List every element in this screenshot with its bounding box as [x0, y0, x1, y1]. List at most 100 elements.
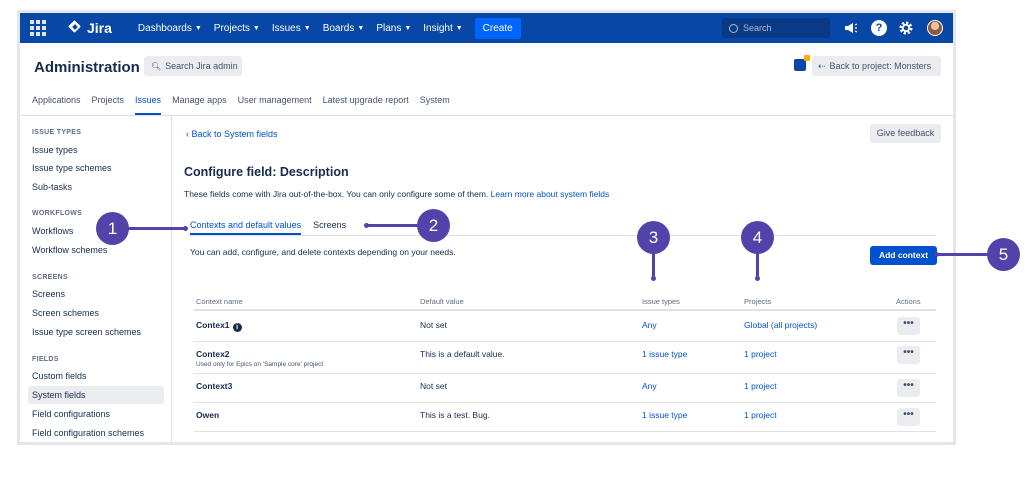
more-actions-button[interactable]: •••: [897, 346, 920, 364]
nav-projects[interactable]: Projects ▼: [214, 23, 260, 34]
info-icon[interactable]: i: [232, 323, 242, 332]
jira-logo[interactable]: Jira: [68, 20, 112, 36]
top-navigation: Jira Dashboards ▼ Projects ▼ Issues ▼ Board…: [20, 13, 953, 43]
callout-5-line: [937, 253, 989, 256]
sidebar-item-sub-tasks[interactable]: Sub-tasks: [28, 178, 164, 196]
nav-boards[interactable]: Boards ▼: [323, 23, 365, 34]
column-header-projects: Projects: [744, 297, 772, 306]
create-button[interactable]: Create: [474, 17, 521, 39]
sidebar-item-custom-fields[interactable]: Custom fields: [28, 367, 164, 385]
default-value: Not set: [420, 381, 447, 391]
callout-2-line: [366, 224, 420, 227]
page-title-administration: Administration: [34, 59, 140, 76]
context-name: Contex1 i: [196, 320, 242, 332]
callout-3: 3: [637, 221, 670, 254]
callout-1: 1: [96, 212, 129, 245]
projects-link[interactable]: 1 project: [744, 349, 777, 359]
description-text: These fields come with Jira out-of-the-b…: [184, 189, 489, 199]
search-jira-admin-button[interactable]: 🔍︎ Search Jira admin: [144, 56, 242, 76]
give-feedback-button[interactable]: Give feedback: [870, 124, 941, 143]
tab-system[interactable]: System: [420, 95, 450, 115]
back-arrow-icon: ⇠: [818, 60, 826, 71]
chevron-down-icon: ▼: [357, 24, 365, 32]
sidebar: ISSUE TYPES Issue types Issue type schem…: [20, 116, 172, 442]
tab-screens[interactable]: Screens: [313, 220, 346, 235]
sidebar-heading-workflows: WORKFLOWS: [32, 210, 83, 217]
issue-types-link[interactable]: Any: [642, 381, 657, 391]
column-header-context-name: Context name: [196, 297, 243, 306]
contexts-note: You can add, configure, and delete conte…: [190, 247, 456, 257]
back-to-system-fields-link[interactable]: ‹ Back to System fields: [186, 129, 278, 139]
sidebar-item-workflow-schemes[interactable]: Workflow schemes: [28, 241, 164, 259]
callout-2: 2: [417, 209, 450, 242]
projects-link[interactable]: 1 project: [744, 410, 777, 420]
more-actions-button[interactable]: •••: [897, 408, 920, 426]
projects-link[interactable]: Global (all projects): [744, 320, 817, 330]
app-switcher-icon[interactable]: [30, 20, 46, 36]
search-icon: 🔍︎: [151, 61, 162, 71]
nav-issues[interactable]: Issues ▼: [272, 23, 311, 34]
callout-4-dot: [755, 276, 760, 281]
tab-projects[interactable]: Projects: [92, 95, 125, 115]
tab-issues[interactable]: Issues: [135, 95, 162, 115]
default-value: This is a default value.: [420, 349, 505, 359]
callout-1-line: [120, 227, 185, 230]
page-title: Configure field: Description: [184, 165, 349, 179]
divider: [194, 402, 936, 403]
projects-link[interactable]: 1 project: [744, 381, 777, 391]
back-to-project-label: Back to project: Monsters: [829, 61, 932, 71]
sidebar-item-issue-type-schemes[interactable]: Issue type schemes: [28, 159, 164, 177]
field-tabs: Contexts and default values Screens: [190, 220, 358, 235]
sidebar-item-issue-types[interactable]: Issue types: [28, 141, 164, 159]
back-to-project-button[interactable]: ⇠ Back to project: Monsters: [812, 56, 941, 76]
sidebar-item-screen-schemes[interactable]: Screen schemes: [28, 304, 164, 322]
divider: [194, 373, 936, 374]
tab-contexts-and-default-values[interactable]: Contexts and default values: [190, 220, 302, 235]
tab-user-management[interactable]: User management: [238, 95, 312, 115]
column-header-actions: Actions: [896, 297, 921, 306]
divider: [194, 431, 936, 432]
sidebar-item-issue-type-screen-schemes[interactable]: Issue type screen schemes: [28, 323, 164, 341]
sidebar-item-field-configurations[interactable]: Field configurations: [28, 405, 164, 423]
nav-plans[interactable]: Plans ▼: [376, 23, 411, 34]
jira-logo-icon: [68, 21, 82, 35]
sidebar-item-field-configuration-schemes[interactable]: Field configuration schemes: [28, 424, 164, 442]
jira-logo-text: Jira: [87, 20, 112, 36]
search-placeholder: Search: [743, 23, 772, 33]
tab-manage-apps[interactable]: Manage apps: [172, 95, 227, 115]
sidebar-item-screens[interactable]: Screens: [28, 285, 164, 303]
context-name: Context3: [196, 381, 233, 391]
chevron-down-icon: ▼: [303, 24, 311, 32]
nav-insight[interactable]: Insight ▼: [423, 23, 462, 34]
settings-gear-icon[interactable]: [898, 20, 914, 36]
sidebar-item-system-fields[interactable]: System fields: [28, 386, 164, 404]
issue-types-link[interactable]: 1 issue type: [642, 349, 687, 359]
default-value: This is a test. Bug.: [420, 410, 490, 420]
chevron-down-icon: ▼: [194, 24, 202, 32]
notification-icon[interactable]: [794, 55, 810, 71]
issue-types-link[interactable]: Any: [642, 320, 657, 330]
more-actions-button[interactable]: •••: [897, 317, 920, 335]
chevron-down-icon: ▼: [252, 24, 260, 32]
context-name: Contex2: [196, 349, 230, 359]
help-icon[interactable]: ?: [871, 20, 887, 36]
more-actions-button[interactable]: •••: [897, 379, 920, 397]
divider: [190, 235, 936, 236]
callout-4: 4: [741, 221, 774, 254]
sidebar-heading-fields: FIELDS: [32, 356, 59, 363]
callout-2-dot: [364, 223, 369, 228]
callout-3-dot: [651, 276, 656, 281]
page-description: These fields come with Jira out-of-the-b…: [184, 189, 609, 199]
issue-types-link[interactable]: 1 issue type: [642, 410, 687, 420]
tab-latest-upgrade-report[interactable]: Latest upgrade report: [323, 95, 409, 115]
add-context-button[interactable]: Add context: [870, 246, 937, 265]
tab-applications[interactable]: Applications: [32, 95, 81, 115]
search-input[interactable]: Search: [722, 18, 830, 38]
megaphone-icon[interactable]: [842, 20, 858, 36]
admin-tabs: Applications Projects Issues Manage apps…: [32, 95, 461, 115]
learn-more-link[interactable]: Learn more about system fields: [491, 189, 610, 199]
chevron-down-icon: ▼: [404, 24, 412, 32]
context-description: Used only for Epics on 'Sample core' pro…: [196, 361, 324, 368]
nav-dashboards[interactable]: Dashboards ▼: [138, 23, 202, 34]
user-avatar[interactable]: [927, 20, 943, 36]
